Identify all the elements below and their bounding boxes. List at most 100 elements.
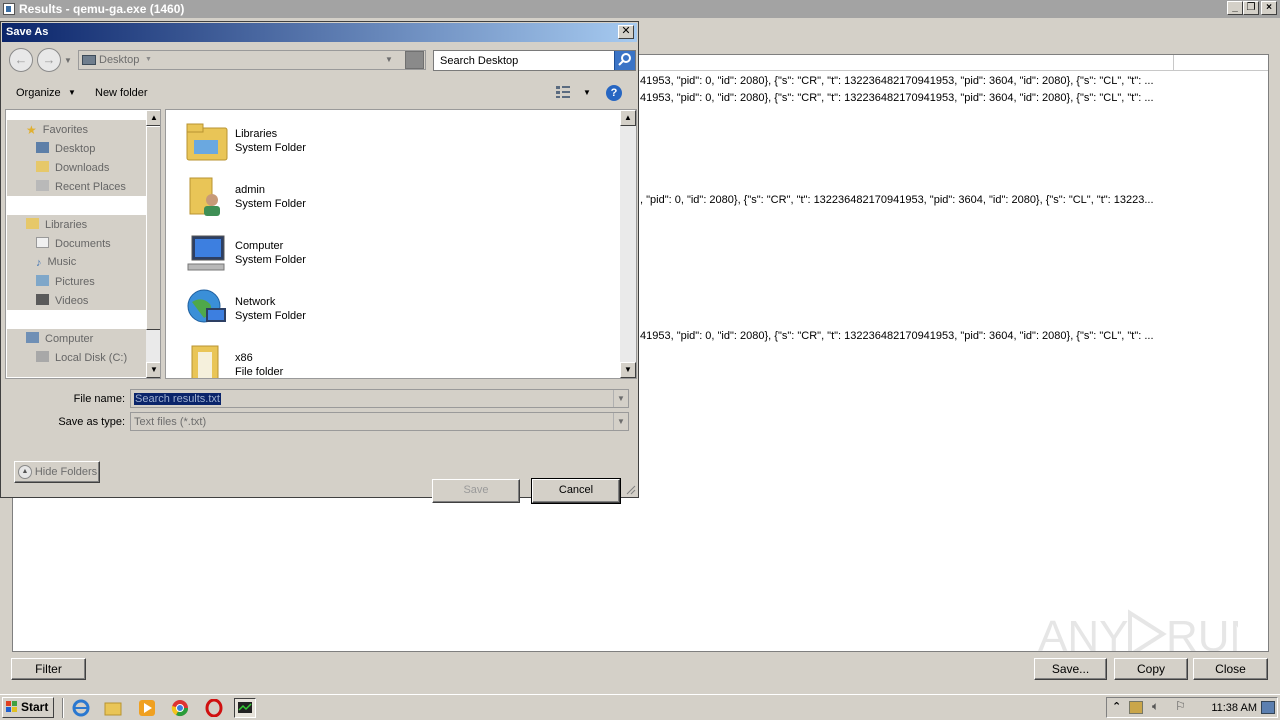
navigation-pane[interactable]: ★ Favorites Desktop Downloads Recent Plac… [5,109,161,379]
nav-desktop[interactable]: Desktop [36,142,95,155]
file-type: System Folder [235,142,306,154]
result-line[interactable]: 41953, "pid": 0, "id": 2080}, {"s": "CR"… [640,75,1154,87]
nav-documents[interactable]: Documents [36,237,111,250]
file-item-network[interactable]: Network System Folder [182,284,482,338]
search-icon[interactable] [614,51,635,70]
scroll-up-icon[interactable]: ▲ [146,110,160,126]
scroll-down-icon[interactable]: ▼ [620,362,636,378]
nav-computer[interactable]: Computer [26,332,93,345]
chrome-icon[interactable] [171,699,189,717]
nav-libraries[interactable]: Libraries [26,218,87,231]
history-dropdown-icon[interactable]: ▼ [64,56,72,65]
minimize-button[interactable]: _ [1227,1,1243,15]
svg-text:ANY: ANY [1038,612,1128,652]
result-line[interactable]: , "pid": 0, "id": 2080}, {"s": "CR", "t"… [640,194,1154,206]
file-name-field[interactable]: Search results.txt ▼ [130,389,629,408]
resize-grip-icon[interactable] [624,483,636,495]
clock[interactable]: 11:38 AM [1211,702,1257,714]
pictures-icon [36,275,49,286]
results-titlebar[interactable]: Results - qemu-ga.exe (1460) _ ❐ × [0,0,1280,18]
organize-menu[interactable]: Organize [16,87,61,99]
nav-pictures[interactable]: Pictures [36,275,95,288]
watermark-logo: ANY RUN [1038,603,1261,652]
nav-videos[interactable]: Videos [36,294,88,307]
videos-icon [36,294,49,305]
file-type: System Folder [235,310,306,322]
computer-icon [184,230,230,276]
file-list[interactable]: Libraries System Folder admin System Fol… [165,109,637,379]
save-type-select[interactable]: Text files (*.txt) ▼ [130,412,629,431]
action-center-icon[interactable] [1129,701,1143,714]
hide-folders-button[interactable]: ▲ Hide Folders [14,461,100,483]
view-options-icon[interactable] [555,85,571,102]
computer-icon [26,332,39,343]
process-monitor-icon[interactable] [234,698,256,718]
show-desktop-icon[interactable] [1261,701,1275,714]
folder-icon [184,342,230,378]
copy-button[interactable]: Copy [1114,658,1188,680]
file-name: Network [235,296,276,308]
save-button[interactable]: Save [432,479,520,503]
save-type-label: Save as type: [58,416,125,428]
filter-button[interactable]: Filter [11,658,86,680]
music-icon: ♪ [36,257,42,269]
flag-icon[interactable]: ⚐ [1175,699,1186,713]
nav-favorites[interactable]: ★ Favorites [26,123,88,137]
file-type: File folder [235,366,284,378]
nav-scrollbar[interactable]: ▲ ▼ [146,110,160,378]
file-name-label: File name: [73,393,125,405]
opera-icon[interactable] [205,698,223,718]
cancel-button[interactable]: Cancel [531,478,621,504]
scroll-thumb[interactable] [146,126,160,330]
media-player-icon[interactable] [138,699,156,717]
breadcrumb-arrow-icon[interactable]: ▼ [145,56,152,63]
nav-local-disk[interactable]: Local Disk (C:) [36,351,127,364]
show-hidden-icons[interactable]: ⌃ [1112,700,1121,713]
maximize-button[interactable]: ❐ [1243,1,1259,15]
result-line[interactable]: 41953, "pid": 0, "id": 2080}, {"s": "CR"… [640,92,1154,104]
address-dropdown-icon[interactable]: ▼ [385,55,393,64]
nav-downloads[interactable]: Downloads [36,161,109,174]
file-item-libraries[interactable]: Libraries System Folder [182,116,482,170]
documents-icon [36,237,49,248]
file-name-value: Search results.txt [134,393,221,405]
chevron-down-icon[interactable]: ▼ [613,390,628,407]
file-type: System Folder [235,198,306,210]
internet-explorer-icon[interactable] [72,699,90,717]
nav-music[interactable]: ♪ Music [36,256,76,269]
file-name: admin [235,184,265,196]
view-dropdown-icon[interactable]: ▼ [583,88,591,97]
file-item-admin[interactable]: admin System Folder [182,172,482,226]
system-tray: ⌃ 🔈︎ ⚐ 11:38 AM [1106,697,1278,718]
volume-icon[interactable]: 🔈︎ [1152,699,1159,714]
start-button[interactable]: Start [2,697,54,718]
save-type-value: Text files (*.txt) [134,416,207,428]
save-results-button[interactable]: Save... [1034,658,1107,680]
close-window-button[interactable]: × [1261,1,1277,15]
libraries-icon [26,218,39,229]
address-bar[interactable]: Desktop ▼ ▼ [78,50,426,70]
file-item-x86[interactable]: x86 File folder [182,340,482,378]
explorer-icon[interactable] [104,699,122,717]
forward-arrow-icon[interactable]: → [37,48,61,72]
dialog-titlebar[interactable]: Save As ✕ [2,23,637,42]
scroll-down-icon[interactable]: ▼ [146,362,160,378]
result-line[interactable]: 41953, "pid": 0, "id": 2080}, {"s": "CR"… [640,330,1154,342]
file-scrollbar[interactable]: ▲ ▼ [620,110,636,378]
search-input[interactable]: Search Desktop [433,50,636,71]
refresh-button[interactable] [405,51,424,69]
chevron-down-icon[interactable]: ▼ [613,413,628,430]
file-name: x86 [235,352,253,364]
organize-dropdown-icon[interactable]: ▼ [68,88,76,97]
address-text: Desktop [99,54,140,66]
help-icon[interactable]: ? [606,85,622,101]
new-folder-button[interactable]: New folder [95,87,148,99]
scroll-up-icon[interactable]: ▲ [620,110,636,126]
close-button[interactable]: Close [1193,658,1268,680]
svg-text:RUN: RUN [1166,612,1238,652]
nav-recent-places[interactable]: Recent Places [36,180,126,193]
back-arrow-icon[interactable]: ← [9,48,33,72]
dialog-close-button[interactable]: ✕ [618,25,634,39]
file-item-computer[interactable]: Computer System Folder [182,228,482,282]
navigation-bar: ← → ▼ Desktop ▼ ▼ Search Desktop [2,42,637,77]
